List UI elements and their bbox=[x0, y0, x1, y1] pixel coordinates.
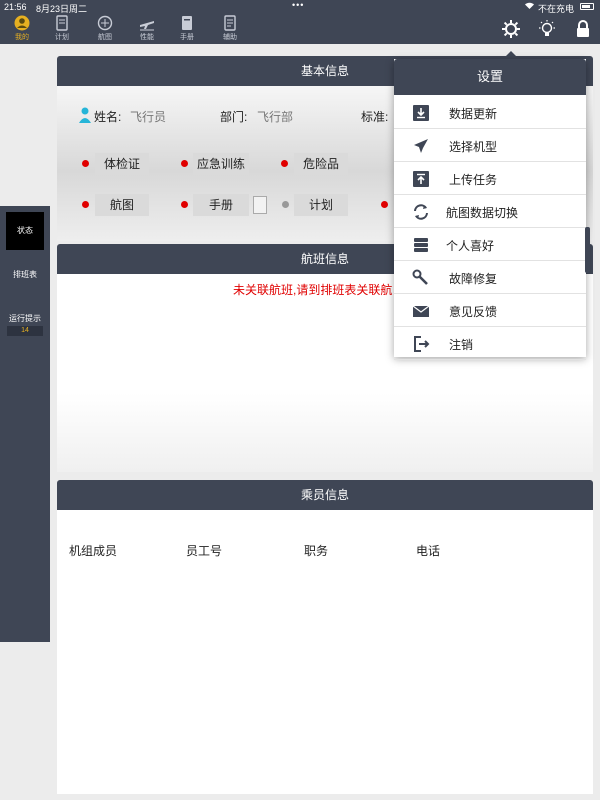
notice-count-badge: 14 bbox=[7, 326, 43, 336]
name-value: 飞行员 bbox=[130, 110, 167, 124]
name-label: 姓名: bbox=[94, 110, 122, 124]
multitask-dots[interactable]: ••• bbox=[292, 0, 304, 10]
status-dot-red bbox=[181, 201, 188, 208]
nav-item-mine[interactable]: 我的 bbox=[2, 14, 42, 44]
sync-icon bbox=[414, 204, 428, 220]
menu-item-label: 上传任务 bbox=[449, 173, 498, 187]
sidebar-item-status[interactable]: 状态 bbox=[6, 212, 44, 250]
crew-info-header: 乘员信息 bbox=[57, 480, 593, 510]
tag-manual[interactable]: 手册 bbox=[193, 194, 249, 216]
battery-icon bbox=[580, 3, 594, 10]
nav-label: 我的 bbox=[15, 34, 29, 41]
menu-item-select-aircraft[interactable]: 选择机型 bbox=[394, 129, 586, 162]
nav-label: 计划 bbox=[55, 34, 69, 41]
manual-icon bbox=[182, 16, 192, 30]
menu-item-feedback[interactable]: 意见反馈 bbox=[394, 294, 586, 327]
gear-icon[interactable] bbox=[500, 18, 522, 40]
status-dot-red bbox=[381, 201, 388, 208]
column-header-phone: 电话 bbox=[416, 544, 441, 558]
dept-value: 飞行部 bbox=[257, 110, 294, 124]
menu-item-data-update[interactable]: 数据更新 bbox=[394, 96, 586, 129]
nav-label: 航图 bbox=[98, 34, 112, 41]
nav-item-performance[interactable]: 性能 bbox=[127, 14, 167, 44]
tag-medical-cert[interactable]: 体检证 bbox=[95, 153, 149, 175]
profile-icon bbox=[14, 15, 30, 31]
envelope-icon bbox=[412, 305, 430, 317]
logout-icon bbox=[414, 336, 430, 352]
sidebar-item-ops-notice[interactable]: 运行提示 14 bbox=[0, 313, 50, 336]
airplane-icon bbox=[414, 139, 428, 153]
nav-item-assist[interactable]: 辅助 bbox=[210, 14, 250, 44]
menu-item-preferences[interactable]: 个人喜好 bbox=[394, 228, 586, 261]
menu-item-chart-data-switch[interactable]: 航图数据切换 bbox=[394, 195, 586, 228]
lock-icon[interactable] bbox=[572, 18, 594, 40]
settings-title: 设置 bbox=[394, 59, 586, 95]
menu-item-label: 选择机型 bbox=[449, 140, 498, 154]
column-header-employee-id: 员工号 bbox=[186, 544, 223, 558]
status-dot-red bbox=[82, 160, 89, 167]
status-dot-red bbox=[82, 201, 89, 208]
tag-emergency-training[interactable]: 应急训练 bbox=[193, 153, 249, 175]
upload-icon bbox=[413, 171, 429, 187]
status-bar: 21:56 8月23日周二 ••• 不在充电 bbox=[0, 0, 600, 14]
menu-item-label: 个人喜好 bbox=[446, 239, 495, 253]
wrench-icon bbox=[412, 269, 428, 285]
nav-label: 性能 bbox=[140, 34, 154, 41]
wifi-icon bbox=[524, 1, 535, 12]
sidebar-item-label: 运行提示 bbox=[9, 314, 41, 323]
status-time: 21:56 bbox=[4, 2, 27, 12]
column-header-position: 职务 bbox=[304, 544, 329, 558]
nav-label: 手册 bbox=[180, 34, 194, 41]
standard-label: 标准: bbox=[361, 110, 389, 124]
tag-plan[interactable]: 计划 bbox=[294, 194, 348, 216]
sidebar-item-schedule[interactable]: 排班表 bbox=[0, 269, 50, 280]
tag-dangerous-goods[interactable]: 危险品 bbox=[294, 153, 348, 175]
person-icon bbox=[79, 107, 91, 123]
chart-map-icon bbox=[97, 15, 113, 31]
menu-item-logout[interactable]: 注销 bbox=[394, 327, 586, 360]
column-header-crew-member: 机组成员 bbox=[69, 544, 118, 558]
menu-item-label: 意见反馈 bbox=[449, 305, 498, 319]
nav-item-chart[interactable]: 航图 bbox=[85, 14, 125, 44]
plan-icon bbox=[56, 15, 68, 31]
nav-item-plan[interactable]: 计划 bbox=[42, 14, 82, 44]
document-icon[interactable] bbox=[253, 196, 267, 214]
menu-item-label: 注销 bbox=[449, 338, 474, 352]
dropdown-scrollbar[interactable] bbox=[585, 227, 590, 273]
nav-label: 辅助 bbox=[223, 34, 237, 41]
download-icon bbox=[413, 105, 429, 121]
panel-title: 航班信息 bbox=[300, 252, 349, 266]
panel-title: 基本信息 bbox=[300, 64, 349, 78]
menu-item-fault-repair[interactable]: 故障修复 bbox=[394, 261, 586, 294]
menu-item-upload-task[interactable]: 上传任务 bbox=[394, 162, 586, 195]
status-dot-red bbox=[281, 160, 288, 167]
dropdown-caret bbox=[503, 51, 519, 59]
tag-charts[interactable]: 航图 bbox=[95, 194, 149, 216]
settings-dropdown: 设置 数据更新 选择机型 上传任务 航图数据切换 个人喜好 故障修复 意见反馈 … bbox=[394, 59, 586, 360]
sidebar: 状态 排班表 运行提示 14 bbox=[0, 206, 50, 642]
status-dot-grey bbox=[282, 201, 289, 208]
preferences-icon bbox=[414, 238, 428, 252]
lightbulb-icon[interactable] bbox=[536, 18, 558, 40]
nav-item-manual[interactable]: 手册 bbox=[167, 14, 207, 44]
assist-icon bbox=[224, 15, 236, 31]
dept-label: 部门: bbox=[220, 110, 248, 124]
no-flight-warning: 未关联航班,请到排班表关联航 bbox=[233, 283, 393, 297]
menu-item-label: 数据更新 bbox=[449, 107, 498, 121]
top-nav: 我的 计划 航图 性能 手册 辅助 bbox=[0, 14, 600, 44]
menu-item-label: 故障修复 bbox=[449, 272, 498, 286]
airplane-performance-icon bbox=[140, 21, 154, 31]
status-dot-red bbox=[181, 160, 188, 167]
menu-item-label: 航图数据切换 bbox=[446, 206, 519, 220]
panel-title: 乘员信息 bbox=[300, 488, 349, 502]
